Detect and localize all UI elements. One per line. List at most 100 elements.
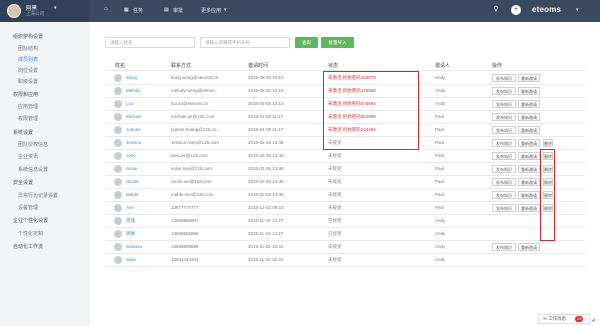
- reinvite-button[interactable]: 重新邀请: [518, 74, 540, 82]
- chevron-down-icon: ▾: [224, 7, 227, 13]
- reinvite-button[interactable]: 重新邀请: [518, 204, 540, 212]
- member-invite-time: 2016-02-26 13:48: [248, 140, 284, 145]
- publish-knowledge-button[interactable]: 发布知识: [492, 100, 516, 108]
- sidebar-item-company-news[interactable]: 企业资讯: [0, 152, 90, 163]
- reinvite-button[interactable]: 重新邀请: [518, 100, 540, 108]
- member-name-link[interactable]: Luo: [126, 101, 162, 106]
- avatar: [114, 230, 122, 238]
- reinvite-button[interactable]: 重新邀请: [518, 165, 540, 173]
- member-name-link[interactable]: Nicole: [126, 179, 162, 184]
- column-header-status: 状态: [328, 63, 339, 69]
- app-page: 阿黑 上海公司 ▾ ⌂ ▦ 任务 ▤ 审批 更多应用 ▾ ⚲ + eteoms …: [0, 0, 600, 326]
- delete-button[interactable]: 删除: [543, 139, 553, 147]
- publish-knowledge-button[interactable]: 发布知识: [492, 87, 516, 95]
- member-contact: mable.mei@126.com: [171, 192, 214, 197]
- publish-knowledge-button[interactable]: 发布知识: [492, 74, 516, 82]
- nav-item-task[interactable]: 任务: [133, 7, 143, 14]
- sidebar-item-device-management[interactable]: 设备管理: [0, 203, 90, 214]
- sidebar-item-team-license[interactable]: 团队授权信息: [0, 140, 90, 151]
- sidebar-item-permission-management[interactable]: 权限管理: [0, 114, 90, 125]
- reinvite-button[interactable]: 重新邀请: [518, 243, 540, 251]
- reinvite-button[interactable]: 重新邀请: [518, 139, 540, 147]
- sidebar-item-abnormal-behavior[interactable]: 异常行为记录设置: [0, 191, 90, 202]
- member-name-link[interactable]: www: [126, 257, 162, 262]
- sidebar-group-permissions[interactable]: 权限和应用: [0, 90, 90, 101]
- work-notice-chip[interactable]: ✉ 工作消息 20: [538, 314, 590, 324]
- search-icon[interactable]: ⚲: [491, 5, 501, 15]
- query-button[interactable]: 查询: [295, 37, 318, 48]
- member-contact: 13566566666: [171, 231, 199, 236]
- nav-item-more-apps[interactable]: 更多应用: [201, 7, 221, 14]
- add-icon[interactable]: +: [511, 5, 521, 15]
- member-contact: 13566566667: [171, 218, 199, 223]
- name-search-input[interactable]: 请输入姓名: [105, 37, 195, 48]
- reinvite-button[interactable]: 重新邀请: [518, 126, 540, 134]
- column-header-inviter: 邀请人: [435, 63, 451, 69]
- member-invite-time: 2015-11-02 16:31: [248, 244, 284, 249]
- member-name-link[interactable]: 周静: [126, 231, 162, 237]
- avatar: [114, 100, 122, 108]
- sidebar-item-app-management[interactable]: 应用管理: [0, 102, 90, 113]
- status-text: 未接受: [328, 179, 342, 184]
- column-header-invite-time: 邀请时间: [248, 63, 269, 69]
- publish-knowledge-button[interactable]: 发布知识: [492, 243, 516, 251]
- member-name-link[interactable]: Michael: [126, 114, 162, 119]
- publish-knowledge-button[interactable]: 发布知识: [492, 139, 516, 147]
- member-name-link[interactable]: Joanne: [126, 127, 162, 132]
- publish-knowledge-button[interactable]: 发布知识: [492, 178, 516, 186]
- member-name-link[interactable]: Mable: [126, 192, 162, 197]
- sidebar-group-security[interactable]: 安全设置: [0, 178, 90, 189]
- avatar: [114, 178, 122, 186]
- member-name-link[interactable]: Melody: [126, 88, 162, 93]
- reinvite-button[interactable]: 重新邀请: [518, 152, 540, 160]
- member-invite-time: 2016-02-26 13:48: [248, 166, 284, 171]
- publish-knowledge-button[interactable]: 发布知识: [492, 204, 516, 212]
- member-status: 未接受: [328, 205, 408, 211]
- publish-knowledge-button[interactable]: 发布知识: [492, 126, 516, 134]
- reinvite-button[interactable]: 重新邀请: [518, 178, 540, 186]
- status-text: 未接受: [328, 192, 342, 197]
- member-name-link[interactable]: Jessica: [126, 140, 162, 145]
- member-invite-time: 2015-12-02 09:23: [248, 205, 284, 210]
- highlight-box-initial-passwords: [323, 71, 419, 150]
- batch-import-button[interactable]: 批量导入: [321, 37, 354, 48]
- reinvite-button[interactable]: 重新邀请: [518, 191, 540, 199]
- member-status: 未接受: [328, 244, 408, 250]
- member-invite-time: 2016-05-05 10:10: [248, 101, 284, 106]
- publish-knowledge-button[interactable]: 发布知识: [492, 165, 516, 173]
- member-status: 已接受: [328, 231, 408, 237]
- sidebar-item-positions[interactable]: 岗位设置: [0, 66, 90, 77]
- member-invite-time: 2015-11-19 14:27: [248, 231, 284, 236]
- sidebar-item-ranks[interactable]: 职级设置: [0, 77, 90, 88]
- sidebar-item-customization[interactable]: 个性化定制: [0, 229, 90, 240]
- member-name-link[interactable]: Joey: [126, 153, 162, 158]
- member-name-link[interactable]: wwwww: [126, 244, 162, 249]
- sidebar-group-personalization[interactable]: 企业个性化设置: [0, 216, 90, 227]
- highlight-box-delete-buttons: [540, 149, 555, 241]
- reinvite-button[interactable]: 重新邀请: [518, 87, 540, 95]
- publish-knowledge-button[interactable]: 发布知识: [492, 152, 516, 160]
- publish-knowledge-button[interactable]: 发布知识: [492, 191, 516, 199]
- status-text: 未接受: [328, 166, 342, 171]
- sidebar-item-member-list[interactable]: 成员列表: [0, 55, 90, 66]
- member-name-link[interactable]: Xiang: [126, 75, 162, 80]
- avatar: [114, 217, 122, 225]
- sidebar-group-workflow[interactable]: 自动化工作流: [0, 242, 90, 253]
- member-name-link[interactable]: 周理: [126, 218, 162, 224]
- status-text: 已接受: [328, 231, 342, 236]
- reinvite-button[interactable]: 重新邀请: [518, 113, 540, 121]
- sidebar-item-team-structure[interactable]: 团队结构: [0, 44, 90, 55]
- nav-item-approval[interactable]: 审批: [173, 7, 183, 14]
- chevron-down-icon: ▾: [54, 5, 57, 11]
- sidebar-group-system[interactable]: 系统设置: [0, 128, 90, 139]
- user-menu[interactable]: 阿黑 上海公司 ▾: [0, 0, 90, 22]
- publish-knowledge-button[interactable]: 发布知识: [492, 113, 516, 121]
- member-name-link[interactable]: Susie: [126, 166, 162, 171]
- chevron-down-icon[interactable]: ▾: [576, 7, 579, 13]
- home-icon[interactable]: ⌂: [104, 6, 108, 12]
- contact-search-input[interactable]: 请输入邮箱或手机号码: [200, 37, 290, 48]
- resize-handle-icon[interactable]: ◢: [591, 317, 595, 323]
- member-name-link[interactable]: Ann: [126, 205, 162, 210]
- sidebar-group-org[interactable]: 组织架构设置: [0, 32, 90, 43]
- sidebar-item-system-info[interactable]: 系统信息设置: [0, 165, 90, 176]
